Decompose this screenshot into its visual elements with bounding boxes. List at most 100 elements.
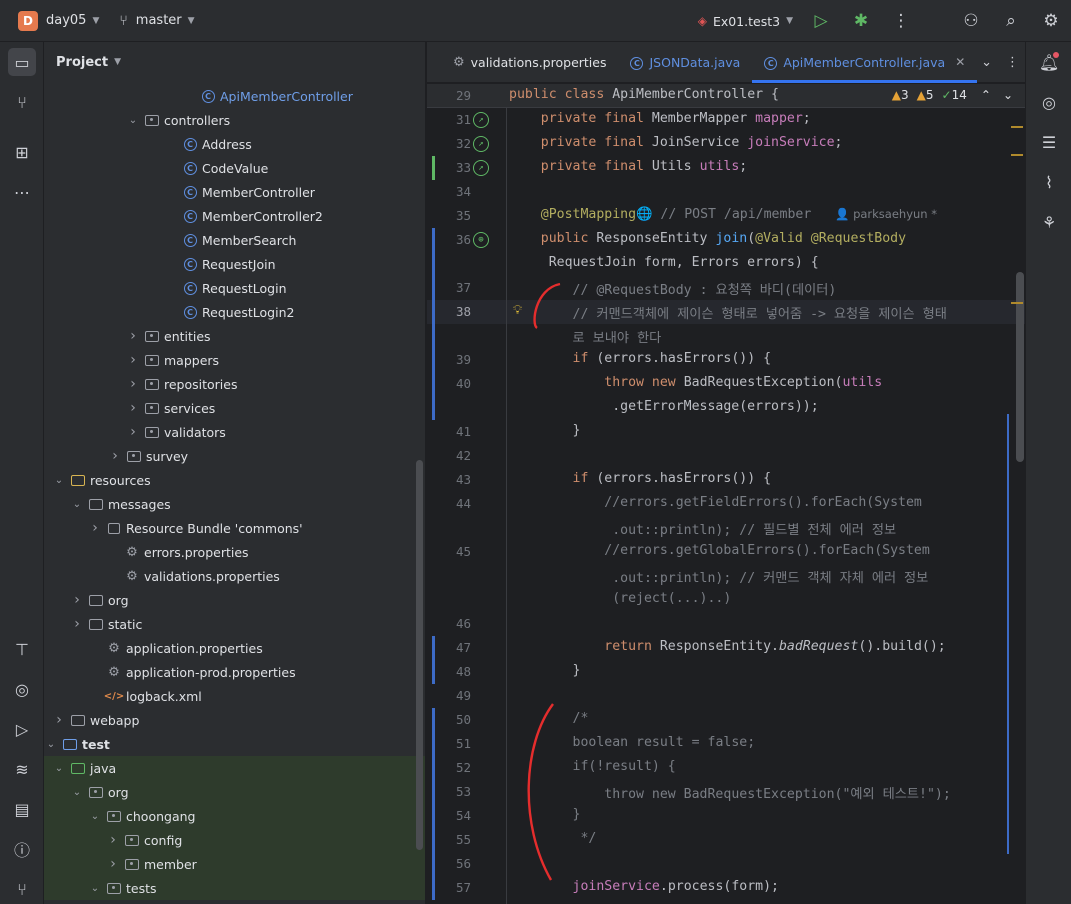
tree-item[interactable]: C MemberSearch <box>44 228 425 252</box>
branch-widget[interactable]: ⑂ master ▼ <box>119 13 194 29</box>
tree-item[interactable]: › repositories <box>44 372 425 396</box>
chevron-down-icon[interactable]: ⌄ <box>52 763 66 774</box>
add-user-icon[interactable]: ⚇ <box>951 0 991 42</box>
sticky-header-line[interactable]: 29 public class ApiMemberController { ▲ 3… <box>427 84 1025 108</box>
vcs-change-bar[interactable] <box>432 636 435 684</box>
chevron-right-icon[interactable]: › <box>126 376 140 392</box>
warning-marker[interactable] <box>1011 154 1023 156</box>
chevron-down-icon[interactable]: ▼ <box>188 16 195 26</box>
chevron-down-icon[interactable]: ⌄ <box>981 55 992 70</box>
editor-scrollbar[interactable] <box>1016 272 1024 462</box>
python-icon[interactable]: ⚘ <box>1035 208 1063 236</box>
inspection-widget[interactable]: ▲ 3 ▲ 5 ✓ 14 ⌃ ⌄ <box>884 88 1013 102</box>
layers-icon[interactable]: ≋ <box>8 755 36 783</box>
tree-item[interactable]: › entities <box>44 324 425 348</box>
chevron-down-icon[interactable]: ⌄ <box>88 883 102 894</box>
tree-item[interactable]: ⌄ tests <box>44 876 425 900</box>
branch-name[interactable]: master <box>136 13 182 28</box>
vcs-change-bar[interactable] <box>432 708 435 900</box>
gradle-icon[interactable]: ⌇ <box>1035 168 1063 196</box>
warning-marker[interactable] <box>1011 126 1023 128</box>
ai-assistant-icon[interactable]: ◎ <box>1035 88 1063 116</box>
tree-item[interactable]: ⌄ org <box>44 780 425 804</box>
tree-item[interactable]: › org <box>44 588 425 612</box>
settings-icon[interactable]: ⚙ <box>1031 0 1071 42</box>
tree-item[interactable]: </> logback.xml <box>44 684 425 708</box>
tree-item[interactable]: › static <box>44 612 425 636</box>
project-scrollbar[interactable] <box>416 460 423 850</box>
chevron-down-icon[interactable]: ⌄ <box>44 739 58 750</box>
structure-icon[interactable]: ⊞ <box>8 138 36 166</box>
close-icon[interactable]: ✕ <box>955 55 965 69</box>
tree-item[interactable]: ⚙ validations.properties <box>44 564 425 588</box>
run-tool-icon[interactable]: ▷ <box>8 715 36 743</box>
chevron-right-icon[interactable]: › <box>52 712 66 728</box>
chevron-right-icon[interactable]: › <box>126 352 140 368</box>
services-icon[interactable]: ◎ <box>8 675 36 703</box>
project-name[interactable]: day05 <box>46 13 86 28</box>
chevron-right-icon[interactable]: › <box>70 592 84 608</box>
tree-item[interactable]: ⌄ controllers <box>44 108 425 132</box>
chevron-right-icon[interactable]: › <box>106 856 120 872</box>
tree-item[interactable]: › Resource Bundle 'commons' <box>44 516 425 540</box>
commit-icon[interactable]: ⑂ <box>8 88 36 116</box>
more-tools-icon[interactable]: ⋯ <box>8 178 36 206</box>
tree-item[interactable]: › config <box>44 828 425 852</box>
git-icon[interactable]: ⑂ <box>8 875 36 903</box>
editor-tab[interactable]: C JSONData.java <box>618 42 752 83</box>
problems-icon[interactable]: ⓘ <box>8 835 36 863</box>
project-badge[interactable]: D <box>18 10 38 31</box>
tree-item[interactable]: ⌄ resources <box>44 468 425 492</box>
tree-item[interactable]: ⌄ java <box>44 756 425 780</box>
tree-item[interactable]: ⚙ application-prod.properties <box>44 660 425 684</box>
chevron-down-icon[interactable]: ⌄ <box>70 787 84 798</box>
run-icon[interactable]: ▷ <box>801 0 841 42</box>
tree-item[interactable]: C ApiMemberController <box>44 84 425 108</box>
chevron-down-icon[interactable]: ⌄ <box>52 475 66 486</box>
tree-item[interactable]: › services <box>44 396 425 420</box>
terminal-icon[interactable]: ▤ <box>8 795 36 823</box>
tree-item[interactable]: C MemberController <box>44 180 425 204</box>
chevron-right-icon[interactable]: › <box>106 832 120 848</box>
chevron-up-icon[interactable]: ⌃ <box>981 88 991 102</box>
editor-tab[interactable]: ⚙ validations.properties <box>441 42 618 83</box>
tree-item[interactable]: C MemberController2 <box>44 204 425 228</box>
more-icon[interactable]: ⋮ <box>1006 55 1019 70</box>
tree-item[interactable]: ⚙ errors.properties <box>44 540 425 564</box>
tree-item[interactable]: › survey <box>44 444 425 468</box>
debug-icon[interactable]: ✱ <box>841 0 881 42</box>
tree-item[interactable]: › webapp <box>44 708 425 732</box>
run-config-name[interactable]: Ex01.test3 <box>713 14 780 29</box>
chevron-down-icon[interactable]: ⌄ <box>88 811 102 822</box>
web-endpoint-icon[interactable]: ⊕ <box>473 232 489 248</box>
editor-tab[interactable]: C ApiMemberController.java ✕ <box>752 42 978 83</box>
chevron-down-icon[interactable]: ⌄ <box>1003 88 1013 102</box>
warning-marker[interactable] <box>1011 302 1023 304</box>
project-folder-icon[interactable]: ▭ <box>8 48 36 76</box>
chevron-right-icon[interactable]: › <box>126 328 140 344</box>
spring-bean-icon[interactable]: ↗ <box>473 160 489 176</box>
chevron-right-icon[interactable]: › <box>70 616 84 632</box>
chevron-down-icon[interactable]: ▼ <box>92 16 99 26</box>
tree-item[interactable]: › member <box>44 852 425 876</box>
vcs-change-bar[interactable] <box>432 228 435 420</box>
search-icon[interactable]: ⌕ <box>991 0 1031 42</box>
database-icon[interactable]: ☰ <box>1035 128 1063 156</box>
spring-bean-icon[interactable]: ↗ <box>473 136 489 152</box>
tree-item[interactable]: ⌄ choongang <box>44 804 425 828</box>
build-hammer-icon[interactable]: ⊤ <box>8 635 36 663</box>
code-editor[interactable]: 29 public class ApiMemberController { ▲ 3… <box>427 84 1025 904</box>
tree-item[interactable]: C RequestLogin <box>44 276 425 300</box>
chevron-down-icon[interactable]: ▼ <box>786 16 793 26</box>
tree-item[interactable]: ⌄ messages <box>44 492 425 516</box>
tree-item[interactable]: C RequestJoin <box>44 252 425 276</box>
tree-item[interactable]: › validators <box>44 420 425 444</box>
vcs-change-bar[interactable] <box>432 156 435 180</box>
chevron-right-icon[interactable]: › <box>126 400 140 416</box>
tree-item[interactable]: ⚙ application.properties <box>44 636 425 660</box>
more-icon[interactable]: ⋮ <box>881 0 921 42</box>
notifications-bell-icon[interactable]: 🔔︎ <box>1035 48 1063 76</box>
tree-item[interactable]: ⌄ test <box>44 732 425 756</box>
chevron-right-icon[interactable]: › <box>126 424 140 440</box>
chevron-right-icon[interactable]: › <box>108 448 122 464</box>
